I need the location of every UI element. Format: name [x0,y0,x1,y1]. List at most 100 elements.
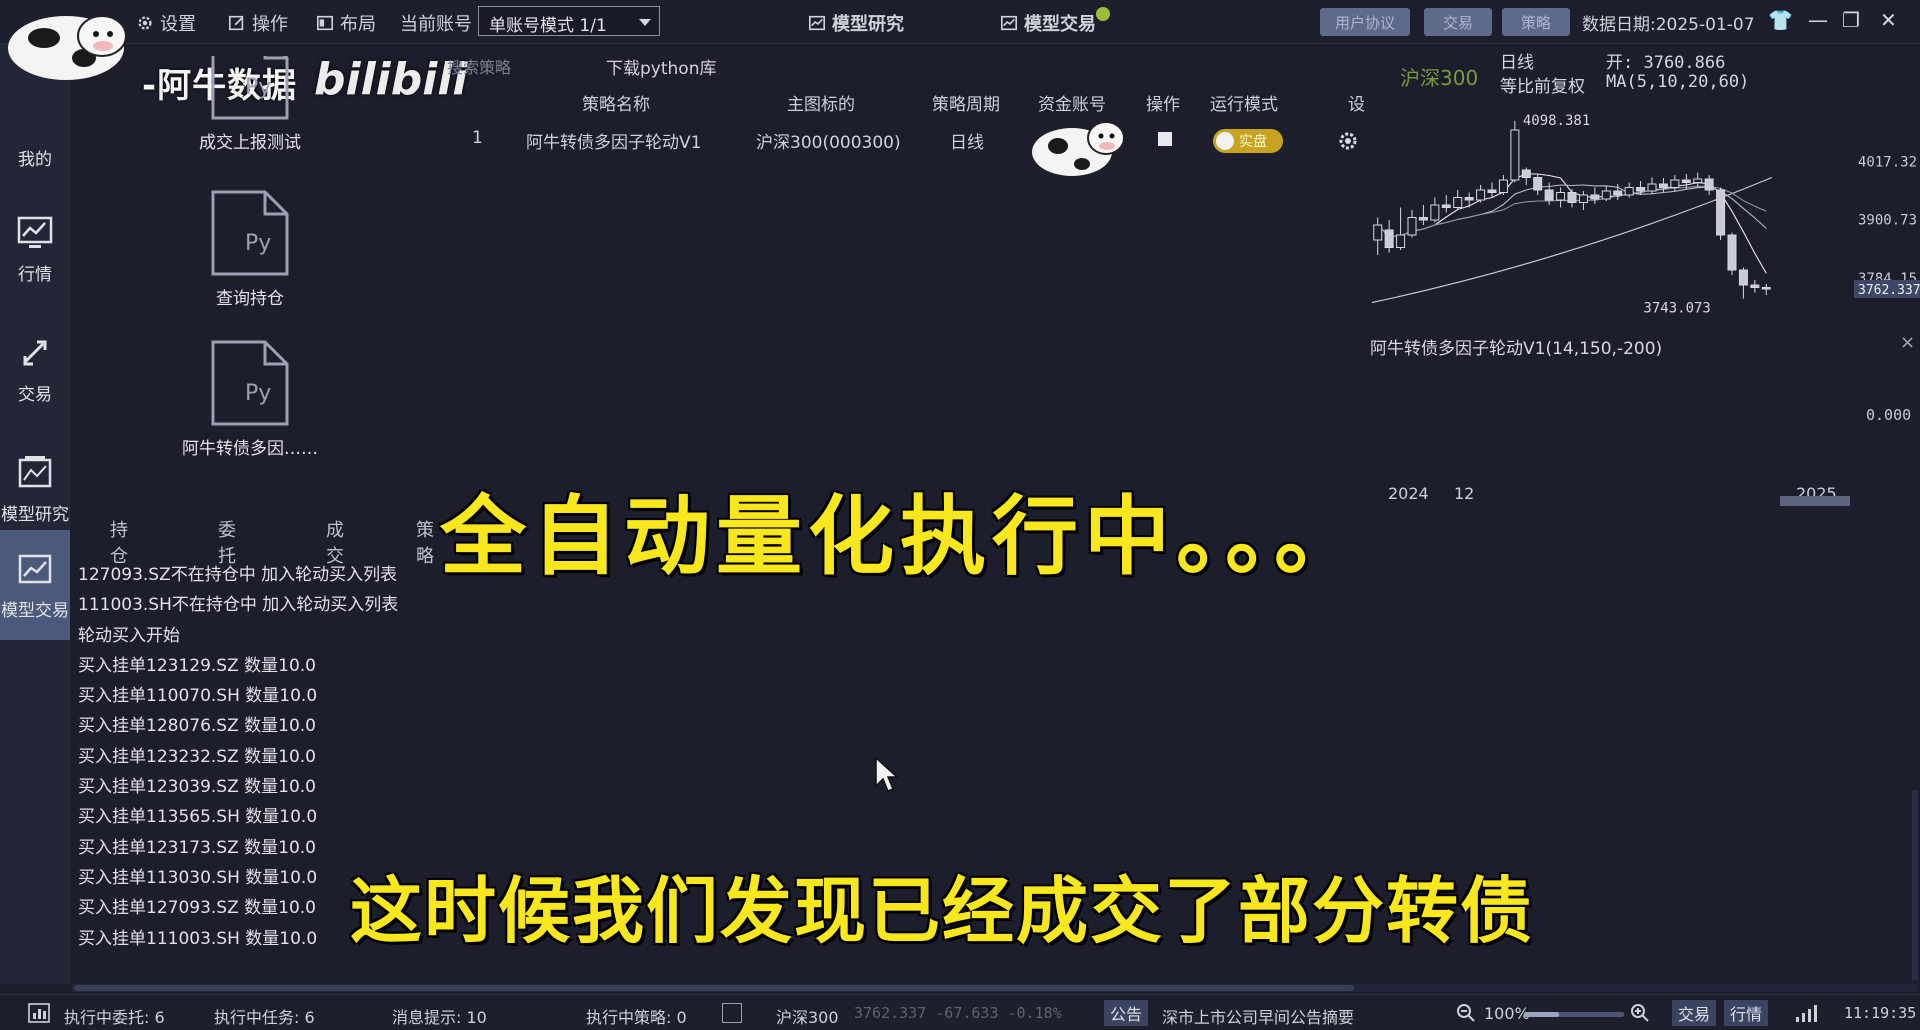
sidebar-item-model-trading[interactable]: 模型交易 [0,530,70,640]
sidebar-item-label: 行情 [18,264,52,285]
python-file-icon: Py [211,190,289,276]
download-python-link[interactable]: 下载python库 [606,54,716,79]
x-tick: 2024 [1388,484,1429,503]
stop-icon[interactable] [1158,132,1172,146]
candle-body [1418,217,1428,221]
close-icon[interactable]: ✕ [1880,8,1897,32]
candle-body [1750,284,1760,288]
svg-text:Py: Py [245,381,271,406]
account-mode-select[interactable]: 单账号模式 1/1 [478,6,660,36]
message-count[interactable]: 消息提示: 10 [392,1004,487,1028]
minimize-icon[interactable]: — [1808,8,1828,32]
log-line: 买入挂单123039.SZ 数量10.0 [78,777,316,798]
sidebar-item-label: 我的 [18,149,52,170]
candle-body [1487,189,1497,193]
log-line: 买入挂单123129.SZ 数量10.0 [78,655,316,676]
tab-strategy[interactable]: 策略 [416,516,434,568]
notice-text[interactable]: 深市上市公司早间公告摘要 [1162,1004,1354,1028]
svg-text:Py: Py [245,231,271,256]
left-sidebar: 我的 行情 交易 模型研究 模型交易 [0,44,70,984]
search-strategy-input[interactable]: 搜索策略 [447,54,511,78]
status-trade-button[interactable]: 交易 [1672,1000,1717,1026]
candle-body [1544,189,1554,201]
strategy-file-1[interactable]: Py 成交上报测试 [130,56,370,153]
tab-model-research[interactable]: 模型研究 [808,10,904,36]
settings-gear-icon[interactable] [1337,130,1359,152]
candle-body [1498,179,1508,193]
row-period: 日线 [950,133,984,153]
candle-body [1373,224,1383,241]
candle-body [1556,192,1566,201]
candle-body [1407,217,1417,236]
tab-model-trading[interactable]: 模型交易 [1000,7,1110,36]
close-icon[interactable]: × [1900,332,1915,353]
horizontal-scrollbar[interactable] [72,984,1918,992]
candle-body [1613,190,1623,196]
row-index: 1 [472,128,483,148]
sidebar-item-mine[interactable]: 我的 [0,84,70,194]
last-price-label: 3762.337 [1858,283,1920,298]
indicator-zero-value: 0.000 [1866,406,1912,424]
research-icon [18,455,52,487]
vertical-scrollbar[interactable] [1912,790,1918,980]
log-line: 111003.SH不在持仓中 加入轮动买入列表 [78,595,399,616]
sidebar-item-label: 模型交易 [1,600,69,621]
chart-symbol[interactable]: 沪深300 [1400,62,1478,91]
sidebar-item-model-research[interactable]: 模型研究 [0,434,70,544]
video-caption-secondary: 这时候我们发现已经成交了部分转债 [350,869,1535,953]
status-quote-button[interactable]: 行情 [1724,1000,1769,1026]
chart-scrollbar[interactable] [1780,496,1850,506]
model-icon[interactable] [722,1003,742,1023]
scrollbar-thumb[interactable] [74,985,1354,991]
strategy-button[interactable]: 策略 [1502,8,1570,36]
sidebar-item-trade[interactable]: 交易 [0,314,70,424]
chevron-down-icon [639,19,651,26]
candle-body [1647,183,1657,192]
candle-body [1716,189,1726,236]
candle-body [1738,269,1748,286]
model-research-label: 模型研究 [832,14,904,35]
zoom-out-icon[interactable] [1456,1003,1476,1023]
sidebar-item-quotes[interactable]: 行情 [0,194,70,304]
chart-ma-label: MA(5,10,20,60) [1606,72,1750,92]
candle-body [1761,287,1771,290]
notification-dot [1096,7,1110,21]
run-mode-toggle[interactable]: 实盘 [1213,129,1283,153]
exec-strategies: 执行中策略: 0 [586,1008,687,1027]
strategy-file-3[interactable]: Py 阿牛转债多因…… [130,338,370,459]
restore-icon[interactable]: ❐ [1842,8,1860,32]
log-line: 轮动买入开始 [78,625,180,646]
candle-body [1430,204,1440,221]
skin-icon[interactable]: 👕 [1768,8,1793,32]
x-tick: 12 [1454,484,1475,503]
candlestick-chart[interactable]: 4098.3813743.0734017.323900.733784.15376… [1360,100,1920,320]
trade-button[interactable]: 交易 [1424,8,1492,36]
user-agreement-button[interactable]: 用户协议 [1320,8,1410,36]
run-mode-label: 实盘 [1239,134,1267,150]
bar-chart-icon[interactable] [28,1003,50,1023]
cow-mascot-icon [8,15,127,80]
col-run-mode: 运行模式 [1210,95,1278,115]
log-line: 买入挂单128076.SZ 数量10.0 [78,716,316,737]
candle-body [1578,194,1588,203]
video-caption-primary: 全自动量化执行中。。。 [440,487,1366,587]
monitor-chart-icon [17,216,53,248]
cow-mascot-icon [1032,121,1125,176]
index-quote: 3762.337 -67.633 -0.18% [854,1004,1062,1022]
chart-period[interactable]: 日线 [1500,48,1534,73]
account-mode-value: 单账号模式 1/1 [489,16,607,36]
candle-body [1384,229,1394,248]
chart-header: 沪深300 日线 等比前复权 开: 3760.866 MA(5,10,20,60… [1400,44,1920,104]
high-price-label: 4098.381 [1523,113,1590,129]
chart-adjust[interactable]: 等比前复权 [1500,72,1585,97]
strategy-file-2[interactable]: Py 查询持仓 [130,188,370,309]
col-period: 策略周期 [932,95,1000,115]
col-main-symbol: 主图标的 [787,95,855,115]
zoom-in-icon[interactable] [1630,1003,1650,1023]
index-name[interactable]: 沪深300 [776,1004,839,1028]
svg-text:Py: Py [245,75,271,100]
model-trading-label: 模型交易 [1024,14,1096,35]
notice-button[interactable]: 公告 [1104,1000,1149,1026]
zoom-slider[interactable] [1524,1012,1624,1017]
candle-body [1441,204,1451,208]
